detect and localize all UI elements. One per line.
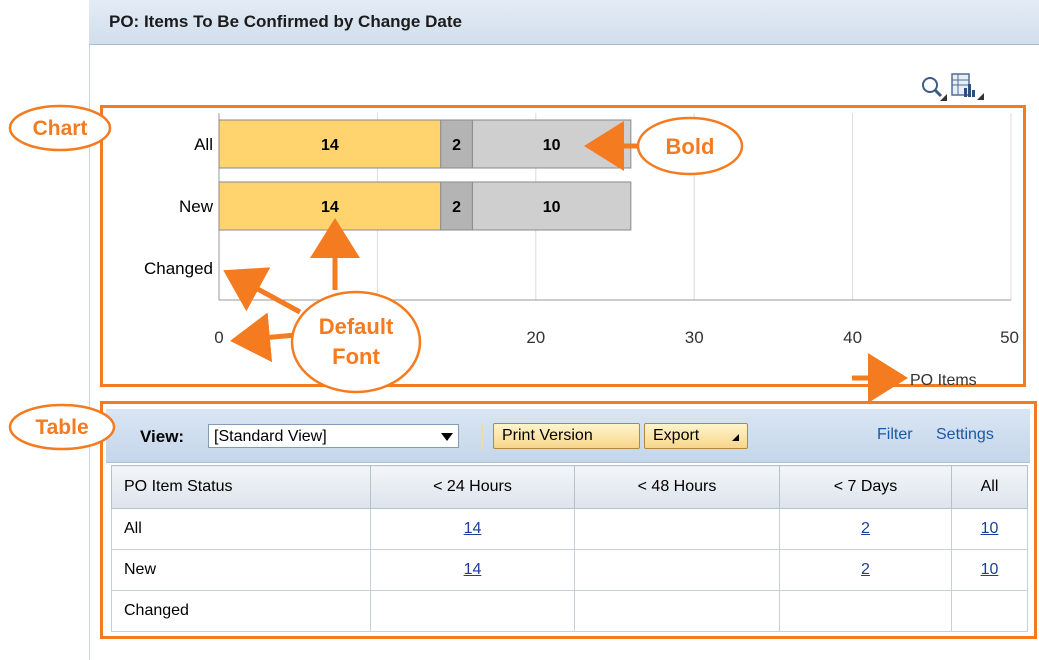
toolbar-separator — [481, 423, 483, 449]
count-link[interactable]: 10 — [981, 561, 999, 578]
column-header-24h[interactable]: < 24 Hours — [370, 465, 575, 509]
count-link[interactable]: 10 — [981, 520, 999, 537]
x-tick-label: 30 — [685, 328, 704, 347]
table-row: All 14 2 10 — [111, 508, 1028, 550]
x-axis-label: PO Items — [910, 372, 977, 389]
column-header-all[interactable]: All — [951, 465, 1028, 509]
x-tick-label: 50 — [1000, 328, 1019, 347]
chart-settings-icon[interactable] — [950, 71, 992, 101]
chart-callout: Chart — [8, 104, 112, 152]
count-cell-7d: 2 — [779, 508, 952, 550]
window-left-border — [89, 0, 90, 660]
count-cell-24h: 14 — [370, 549, 575, 591]
bar-value-label: 14 — [321, 199, 339, 216]
po-items-chart: 0 20 30 40 50 All 14 2 10 New 14 2 10 Changed — [144, 113, 1019, 347]
bar-value-label: 10 — [543, 199, 561, 216]
po-status-table: PO Item Status < 24 Hours < 48 Hours < 7… — [111, 465, 1028, 632]
table-callout-label: Table — [35, 416, 88, 439]
chart-callout-label: Chart — [33, 117, 88, 140]
export-label: Export — [653, 427, 700, 444]
settings-link[interactable]: Settings — [936, 426, 994, 444]
count-cell-48h — [574, 590, 780, 632]
count-link[interactable]: 2 — [861, 520, 870, 537]
export-menu-arrow-icon — [732, 434, 739, 441]
x-tick-label: 20 — [526, 328, 545, 347]
count-cell-all: 10 — [951, 549, 1028, 591]
zoom-icon[interactable] — [920, 74, 950, 102]
count-cell-48h — [574, 549, 780, 591]
table-header-row: PO Item Status < 24 Hours < 48 Hours < 7… — [111, 465, 1028, 509]
count-cell-7d — [779, 590, 952, 632]
status-cell: Changed — [111, 590, 371, 632]
count-link[interactable]: 14 — [464, 561, 482, 578]
print-version-label: Print Version — [502, 427, 593, 444]
count-cell-24h — [370, 590, 575, 632]
bar-value-label: 14 — [321, 137, 339, 154]
view-label: View: — [140, 427, 185, 446]
dropdown-arrow-icon — [441, 433, 453, 441]
column-header-7d[interactable]: < 7 Days — [779, 465, 952, 509]
category-label: New — [179, 197, 214, 216]
view-select[interactable]: [Standard View] — [208, 424, 459, 448]
bar-value-label: 10 — [543, 137, 561, 154]
column-header-48h[interactable]: < 48 Hours — [574, 465, 780, 509]
table-row: New 14 2 10 — [111, 549, 1028, 591]
print-version-button[interactable]: Print Version — [493, 423, 640, 449]
count-cell-all — [951, 590, 1028, 632]
category-label: All — [194, 135, 213, 154]
chart-toolbar — [920, 71, 1020, 104]
export-button[interactable]: Export — [644, 423, 748, 449]
count-cell-7d: 2 — [779, 549, 952, 591]
column-header-status[interactable]: PO Item Status — [111, 465, 371, 509]
view-select-value: [Standard View] — [214, 428, 327, 445]
table-row: Changed — [111, 590, 1028, 632]
count-cell-24h: 14 — [370, 508, 575, 550]
bar-value-label: 2 — [452, 199, 461, 216]
status-cell: All — [111, 508, 371, 550]
count-cell-all: 10 — [951, 508, 1028, 550]
status-cell: New — [111, 549, 371, 591]
x-tick-label: 0 — [214, 328, 223, 347]
count-link[interactable]: 2 — [861, 561, 870, 578]
count-link[interactable]: 14 — [464, 520, 482, 537]
bar-value-label: 2 — [452, 137, 461, 154]
window-title: PO: Items To Be Confirmed by Change Date — [109, 12, 462, 31]
x-tick-label: 40 — [843, 328, 862, 347]
table-callout: Table — [8, 403, 116, 451]
window-titlebar: PO: Items To Be Confirmed by Change Date — [89, 0, 1039, 45]
filter-link[interactable]: Filter — [877, 426, 913, 444]
count-cell-48h — [574, 508, 780, 550]
category-label: Changed — [144, 259, 213, 278]
table-toolbar: View: [Standard View] Print Version Expo… — [106, 409, 1030, 463]
